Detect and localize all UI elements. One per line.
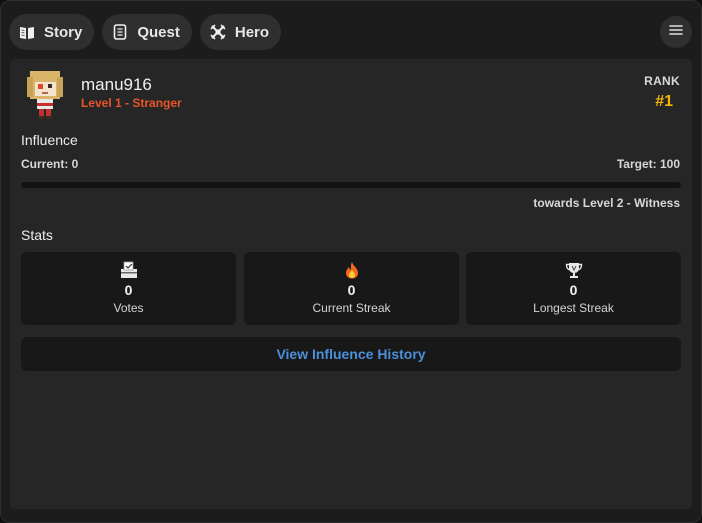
tab-story[interactable]: Story	[9, 14, 95, 50]
stat-current-streak-value: 0	[347, 282, 356, 298]
stat-longest-streak-value: 0	[569, 282, 578, 298]
stat-current-streak-label: Current Streak	[312, 301, 391, 315]
tab-quest-label: Quest	[137, 23, 180, 41]
book-icon	[19, 24, 35, 40]
username: manu916	[81, 75, 152, 94]
crossed-swords-icon	[210, 24, 226, 40]
stats-title: Stats	[21, 227, 53, 243]
stat-longest-streak-label: Longest Streak	[533, 301, 614, 315]
app-window: Story Quest Hero manu916 Level 1 - Stran…	[0, 0, 702, 523]
avatar	[24, 69, 66, 119]
scroll-icon	[112, 24, 128, 40]
stat-longest-streak: 0 Longest Streak	[466, 252, 681, 325]
ballot-box-icon	[21, 261, 236, 279]
influence-progress-bar	[21, 182, 681, 188]
tab-quest[interactable]: Quest	[102, 14, 192, 50]
top-nav: Story Quest Hero	[9, 14, 282, 50]
stat-votes-label: Votes	[113, 301, 144, 315]
level-label: Level 1 - Stranger	[81, 96, 182, 110]
influence-current: Current: 0	[21, 157, 79, 171]
view-influence-history-label: View Influence History	[276, 346, 426, 362]
influence-title: Influence	[21, 132, 78, 148]
stat-current-streak: 0 Current Streak	[244, 252, 459, 325]
hamburger-menu-icon	[669, 23, 683, 41]
tab-hero[interactable]: Hero	[199, 14, 282, 50]
stat-votes: 0 Votes	[21, 252, 236, 325]
rank-label: RANK	[644, 74, 680, 88]
menu-button[interactable]	[660, 16, 692, 48]
tab-hero-label: Hero	[234, 23, 270, 41]
next-level-text: towards Level 2 - Witness	[533, 196, 680, 210]
view-influence-history-button[interactable]: View Influence History	[21, 337, 681, 371]
profile-card: manu916 Level 1 - Stranger RANK #1 Influ…	[10, 59, 692, 509]
influence-target: Target: 100	[616, 157, 680, 171]
trophy-icon	[466, 261, 681, 279]
fire-icon	[244, 261, 459, 279]
stat-votes-value: 0	[124, 282, 133, 298]
rank-value: #1	[655, 93, 673, 110]
tab-story-label: Story	[44, 23, 83, 41]
